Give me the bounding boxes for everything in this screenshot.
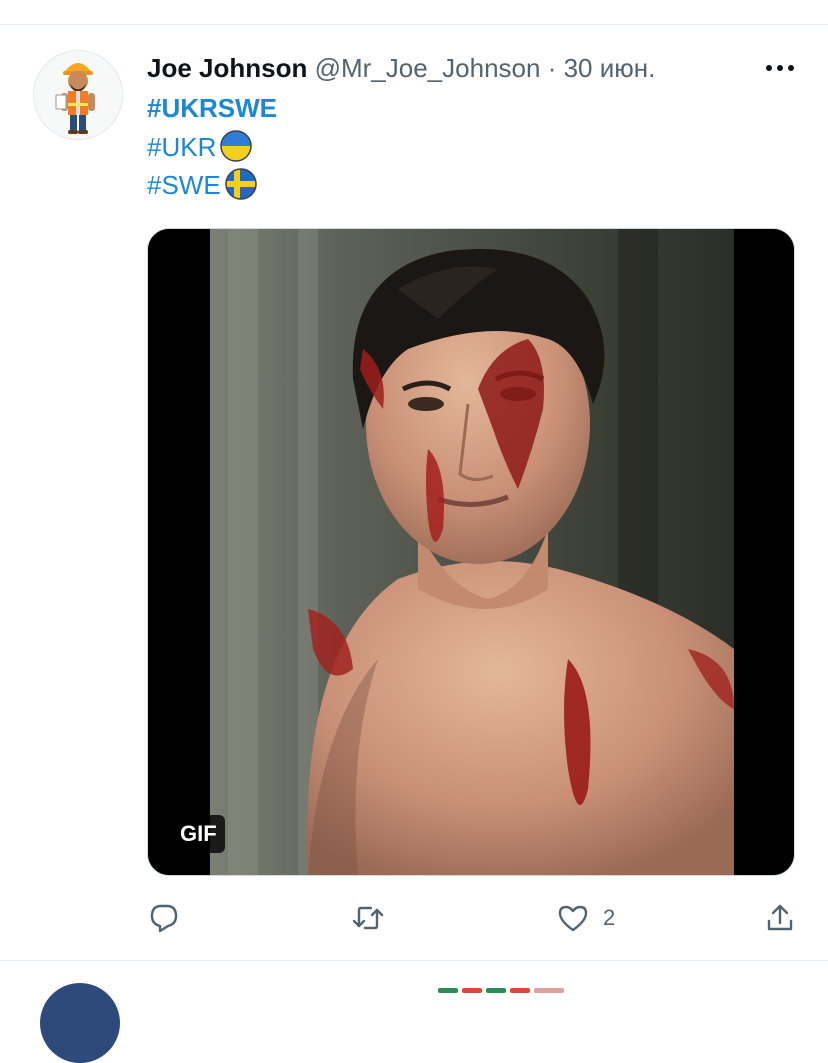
next-tweet-preview[interactable] [0,961,828,1063]
author-name[interactable]: Joe Johnson [147,53,307,83]
tweet-timestamp[interactable]: 30 июн. [564,53,656,83]
hashtag-link[interactable]: #UKR [147,130,253,163]
share-icon [767,904,793,931]
gif-badge: GIF [172,815,225,853]
heart-icon [558,905,588,932]
more-options-button[interactable] [764,56,796,80]
tweet[interactable]: Joe Johnson @Mr_Joe_Johnson · 30 июн. #U… [0,25,828,960]
hashtag-link[interactable]: #SWE [147,168,257,201]
construction-worker-icon [34,51,122,139]
hashtag-link[interactable]: #UKRSWE [147,92,277,124]
sweden-flag-icon [224,168,257,200]
retweet-button[interactable] [352,900,384,936]
author-handle[interactable]: @Mr_Joe_Johnson [315,53,541,83]
tweet-media-gif[interactable]: GIF [147,228,795,876]
like-count: 2 [603,905,616,930]
like-button[interactable]: 2 [557,900,615,936]
next-author-avatar[interactable] [40,983,120,1063]
retweet-icon [352,906,384,930]
gif-video-thumbnail [148,229,794,875]
tweet-header: Joe Johnson @Mr_Joe_Johnson · 30 июн. [147,52,655,84]
reply-icon [150,904,178,933]
ukraine-flag-icon [220,130,253,162]
header-separator: · [547,53,557,83]
share-button[interactable] [764,900,796,936]
author-avatar[interactable] [33,50,123,140]
reply-button[interactable] [148,900,180,936]
more-horizontal-icon [766,65,794,71]
